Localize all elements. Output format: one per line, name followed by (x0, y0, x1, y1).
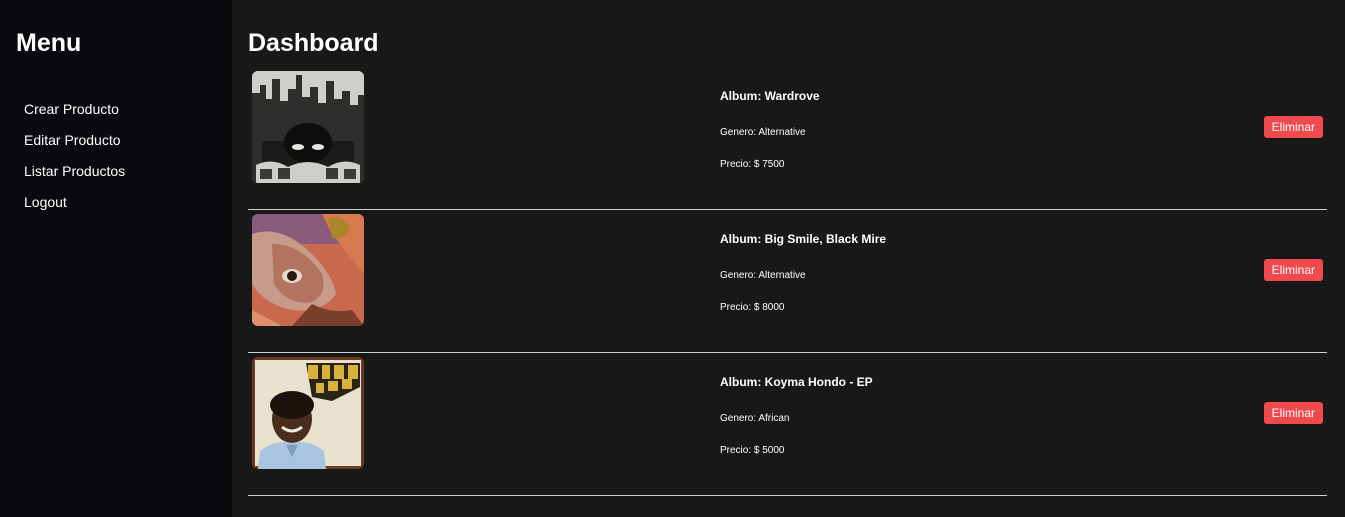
album-name: Album: Koyma Hondo - EP (720, 375, 873, 389)
album-price: Precio: $ 7500 (720, 159, 785, 170)
album-name: Album: Big Smile, Black Mire (720, 232, 887, 246)
product-row: Album: Koyma Hondo - EP Genero: African … (248, 353, 1327, 496)
product-row: Album: Big Smile, Black Mire Genero: Alt… (248, 210, 1327, 353)
delete-button[interactable]: Eliminar (1263, 259, 1323, 281)
delete-button[interactable]: Eliminar (1263, 402, 1323, 424)
album-cover-image (252, 71, 364, 183)
sidebar-item-listar-productos[interactable]: Listar Productos (24, 156, 125, 187)
sidebar-title: Menu (16, 29, 82, 57)
album-cover-image (252, 357, 364, 469)
product-row: Album: Wardrove Genero: Alternative Prec… (248, 67, 1327, 210)
sidebar-menu: Crear Producto Editar Producto Listar Pr… (24, 94, 125, 218)
album-price: Precio: $ 5000 (720, 445, 785, 456)
album-name: Album: Wardrove (720, 89, 820, 103)
delete-button[interactable]: Eliminar (1263, 116, 1323, 138)
album-genre: Genero: Alternative (720, 270, 806, 281)
album-genre: Genero: Alternative (720, 127, 806, 138)
sidebar-item-editar-producto[interactable]: Editar Producto (24, 125, 125, 156)
main-content: Dashboard Album: Wardrove Genero: Altern… (232, 0, 1345, 517)
page-title: Dashboard (248, 29, 379, 57)
sidebar-item-logout[interactable]: Logout (24, 187, 125, 218)
sidebar: Menu Crear Producto Editar Producto List… (0, 0, 232, 517)
album-price: Precio: $ 8000 (720, 302, 785, 313)
sidebar-item-crear-producto[interactable]: Crear Producto (24, 94, 125, 125)
album-cover-image (252, 214, 364, 326)
album-genre: Genero: African (720, 413, 790, 424)
